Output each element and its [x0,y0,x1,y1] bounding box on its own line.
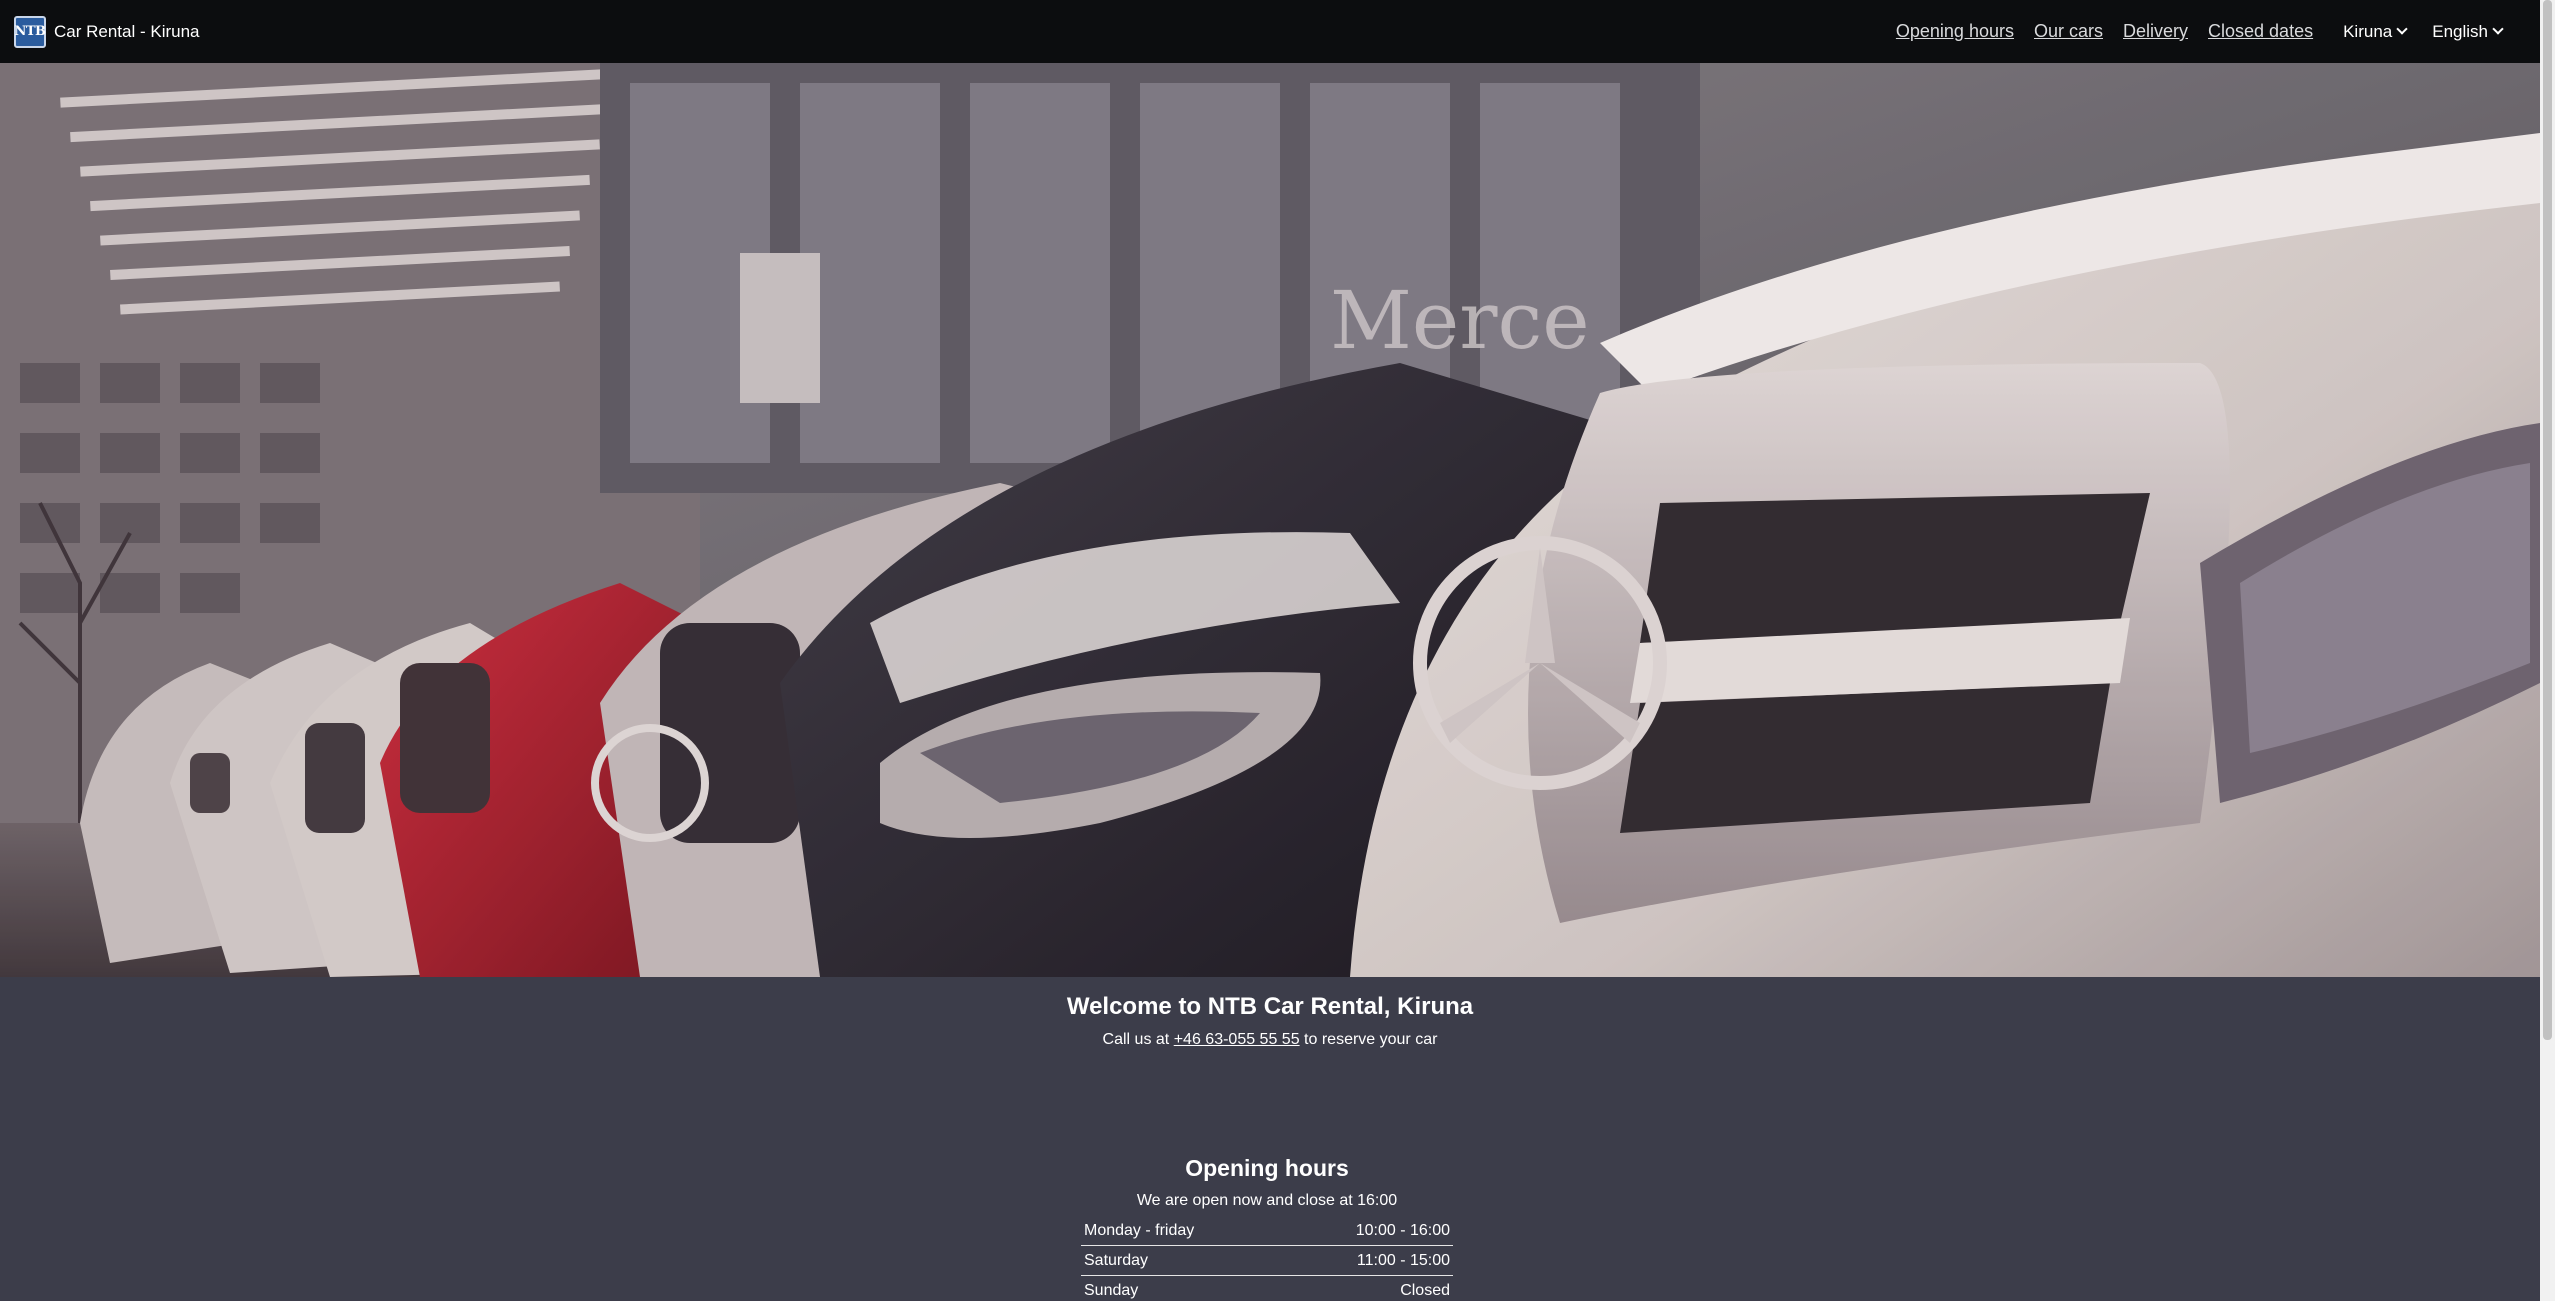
language-dropdown-label: English [2432,21,2488,41]
brand-home-link[interactable]: NTB Car Rental - Kiruna [14,15,200,48]
location-dropdown-label: Kiruna [2343,21,2393,41]
table-row: Monday - friday 10:00 - 16:00 [1081,1216,1453,1246]
nav-link-opening-hours[interactable]: Opening hours [1896,21,2014,42]
opening-hours-table: Monday - friday 10:00 - 16:00 Saturday 1… [1081,1216,1453,1301]
nav-links: Opening hours Our cars Delivery Closed d… [1876,21,2504,42]
phone-link[interactable]: +46 63-055 55 55 [1174,1031,1300,1048]
nav-link-our-cars[interactable]: Our cars [2034,21,2103,42]
chevron-down-icon [2396,23,2408,35]
language-dropdown[interactable]: English [2432,21,2504,42]
table-row: Sunday Closed [1081,1275,1453,1301]
welcome-title: Welcome to NTB Car Rental, Kiruna [1066,993,1474,1020]
opening-hours-section: Opening hours We are open now and close … [1081,1155,1453,1301]
brand-title: Car Rental - Kiruna [54,21,200,41]
hours-day: Monday - friday [1081,1216,1281,1246]
hours-time: Closed [1280,1275,1453,1301]
scrollbar-thumb[interactable] [2543,0,2552,1040]
page: NTB Car Rental - Kiruna Opening hours Ou… [0,0,2540,1301]
welcome-section: Welcome to NTB Car Rental, Kiruna Call u… [0,977,2540,1049]
table-row: Saturday 11:00 - 15:00 [1081,1245,1453,1276]
call-text: Call us at +46 63-055 55 55 to reserve y… [0,1031,2540,1049]
hours-day: Sunday [1081,1275,1281,1301]
hours-day: Saturday [1081,1245,1281,1276]
call-suffix: to reserve your car [1304,1031,1438,1048]
nav-link-closed-dates[interactable]: Closed dates [2208,21,2313,42]
nav-link-delivery[interactable]: Delivery [2123,21,2188,42]
call-prefix: Call us at [1102,1031,1170,1048]
top-navbar: NTB Car Rental - Kiruna Opening hours Ou… [0,0,2540,63]
chevron-down-icon [2492,23,2504,35]
hero-image: Merce [0,63,2540,977]
vertical-scrollbar[interactable] [2540,0,2555,1301]
hours-time: 11:00 - 15:00 [1280,1245,1453,1276]
location-dropdown[interactable]: Kiruna [2343,21,2408,42]
opening-hours-title: Opening hours [1185,1155,1349,1181]
ntb-logo-icon: NTB [14,15,46,48]
hours-time: 10:00 - 16:00 [1280,1216,1453,1246]
open-status-text: We are open now and close at 16:00 [1136,1192,1398,1209]
